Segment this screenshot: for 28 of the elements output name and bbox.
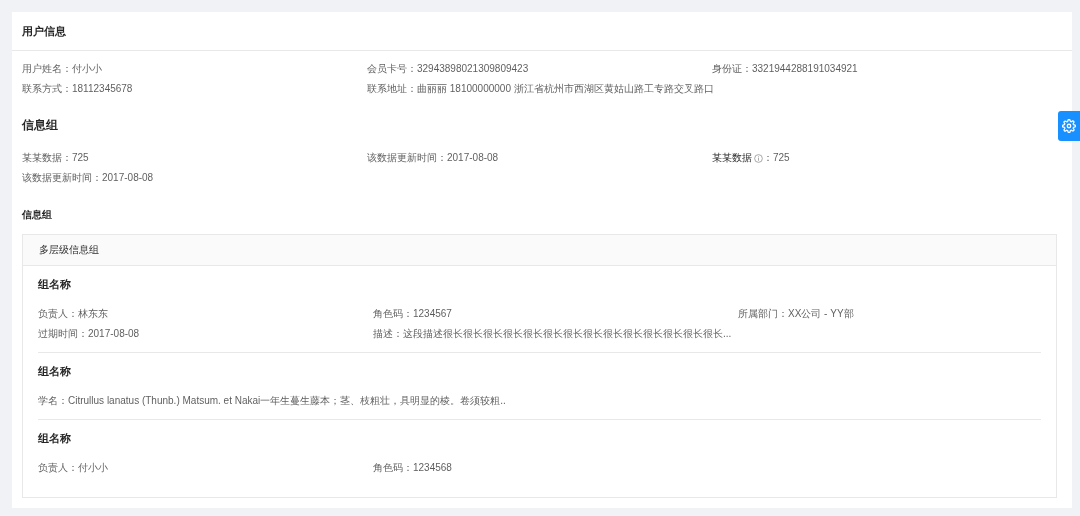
description-item: 负责人：付小小 <box>38 462 109 474</box>
field-label: 某某数据 <box>712 152 752 164</box>
description-item: 某某数据：725 <box>22 152 90 164</box>
panel-title: 多层级信息组 <box>23 235 1056 266</box>
card-title: 用户信息 <box>12 12 1072 51</box>
group-title: 组名称 <box>38 431 72 446</box>
group-title: 组名称 <box>38 277 72 292</box>
info-icon <box>754 153 763 163</box>
section-title: 信息组 <box>22 117 59 134</box>
description-item: 会员卡号：32943898021309809423 <box>367 63 530 75</box>
description-item: 角色码：1234567 <box>373 308 453 320</box>
description-item: 角色码：1234568 <box>373 462 453 474</box>
group-title: 组名称 <box>38 364 72 379</box>
description-item: 该数据更新时间：2017-08-08 <box>22 172 155 184</box>
description-item: 描述：这段描述很长很长很长很长很长很长很长很长很长很长很长很长很长很长... <box>373 328 733 340</box>
description-item: 联系地址：曲丽丽 18100000000 浙江省杭州市西湖区黄姑山路工专路交叉路口 <box>367 83 712 95</box>
description-item: 用户姓名：付小小 <box>22 63 103 75</box>
description-item: 过期时间：2017-08-08 <box>38 328 141 340</box>
description-item: 所属部门：XX公司 - YY部 <box>738 308 855 320</box>
section-title: 信息组 <box>22 208 53 222</box>
field-value: ：725 <box>763 152 790 164</box>
description-item: 联系方式：18112345678 <box>22 83 134 95</box>
description-item: 身份证：3321944288191034921 <box>712 63 859 75</box>
description-item: 学名：Citrullus lanatus (Thunb.) Matsum. et Nakai一年生蔓生藤本；茎、枝粗壮，具明显的棱。卷须较粗.. <box>38 395 507 407</box>
description-item: 该数据更新时间：2017-08-08 <box>367 152 500 164</box>
settings-button[interactable] <box>1058 111 1080 141</box>
settings-icon <box>1062 119 1076 133</box>
description-item: 负责人：林东东 <box>38 308 109 320</box>
